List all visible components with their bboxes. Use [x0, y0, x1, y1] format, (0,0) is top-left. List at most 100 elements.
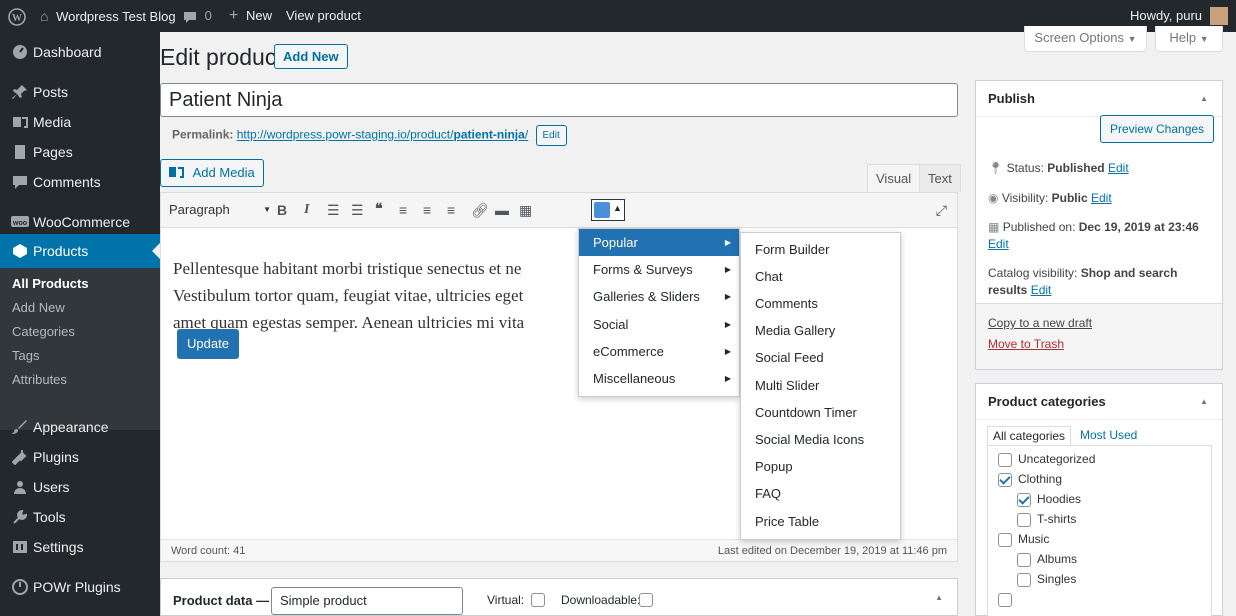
category-item[interactable]	[998, 592, 1018, 607]
category-label: Music	[1018, 532, 1050, 546]
update-button[interactable]: Update	[177, 329, 239, 359]
sidebar-item-comments[interactable]: Comments	[0, 165, 160, 199]
category-checkbox[interactable]	[1017, 512, 1031, 527]
status-edit-link[interactable]: Edit	[1108, 161, 1129, 175]
product-type-select[interactable]: Simple product	[271, 587, 463, 615]
link-icon[interactable]: 🔗︎	[471, 200, 489, 220]
menu-item-faq[interactable]: FAQ	[755, 486, 781, 501]
blockquote-icon[interactable]: ❝	[375, 200, 383, 220]
collapse-icon[interactable]: ▲	[1200, 384, 1208, 420]
category-item[interactable]: T-shirts	[1017, 512, 1076, 527]
sidebar-item-users[interactable]: Users	[0, 470, 160, 504]
categories-header[interactable]: Product categories ▲	[976, 384, 1222, 420]
submenu-add-new[interactable]: Add New	[12, 300, 65, 315]
sidebar-item-pages[interactable]: Pages	[0, 135, 160, 169]
collapse-icon[interactable]: ▲	[1200, 81, 1208, 117]
virtual-checkbox[interactable]	[531, 593, 545, 607]
menu-item-form-builder[interactable]: Form Builder	[755, 242, 829, 257]
collapse-icon[interactable]: ▲	[935, 593, 943, 602]
bold-icon[interactable]: B	[277, 200, 287, 220]
view-product-link[interactable]: View product	[286, 0, 361, 32]
sidebar-label: Posts	[33, 84, 69, 100]
copy-draft-link[interactable]: Copy to a new draft	[988, 316, 1092, 330]
new-content-link[interactable]: + New	[229, 0, 272, 32]
submenu-categories[interactable]: Categories	[12, 324, 75, 339]
sidebar-item-settings[interactable]: Settings	[0, 530, 160, 564]
catalog-edit-link[interactable]: Edit	[1031, 283, 1052, 297]
menu-item-multi-slider[interactable]: Multi Slider	[755, 378, 819, 393]
move-to-trash-link[interactable]: Move to Trash	[988, 337, 1064, 351]
published-edit-link[interactable]: Edit	[988, 237, 1009, 251]
menu-item-price-table[interactable]: Price Table	[755, 514, 819, 529]
permalink-url[interactable]: http://wordpress.powr-staging.io/product…	[237, 128, 528, 142]
powr-plugin-button[interactable]: ▲	[591, 199, 625, 221]
category-item[interactable]: Uncategorized	[998, 452, 1095, 467]
align-center-icon[interactable]: ≡	[423, 200, 431, 220]
category-item[interactable]: Singles	[1017, 572, 1076, 587]
submenu-attributes[interactable]: Attributes	[12, 372, 67, 387]
read-more-icon[interactable]: ▬	[495, 200, 509, 220]
menu-item-social-media-icons[interactable]: Social Media Icons	[755, 432, 864, 447]
downloadable-checkbox[interactable]	[639, 593, 653, 607]
site-home-link[interactable]: ⌂ Wordpress Test Blog	[40, 0, 176, 32]
wordpress-logo-icon[interactable]: W	[8, 0, 26, 32]
menu-item-galleries-sliders[interactable]: Galleries & Sliders ▶	[579, 283, 739, 310]
add-new-button[interactable]: Add New	[274, 44, 348, 69]
category-checkbox[interactable]	[998, 452, 1012, 467]
category-checkbox[interactable]	[998, 592, 1012, 607]
menu-item-miscellaneous[interactable]: Miscellaneous ▶	[579, 365, 739, 392]
tab-visual[interactable]: Visual	[867, 164, 921, 192]
menu-item-popular[interactable]: Popular ▶	[579, 229, 739, 256]
sidebar-item-tools[interactable]: Tools	[0, 500, 160, 534]
tab-text[interactable]: Text	[919, 164, 961, 192]
permalink-edit-button[interactable]: Edit	[535, 125, 567, 146]
category-item[interactable]: Albums	[1017, 552, 1077, 567]
menu-item-comments[interactable]: Comments	[755, 296, 818, 311]
category-item[interactable]: Music	[998, 532, 1049, 547]
comments-link[interactable]: 0	[183, 0, 212, 32]
sidebar-item-media[interactable]: Media	[0, 105, 160, 139]
menu-item-forms-surveys[interactable]: Forms & Surveys ▶	[579, 256, 739, 283]
category-item[interactable]: Hoodies	[1017, 492, 1081, 507]
tab-most-used[interactable]: Most Used	[1080, 428, 1137, 442]
category-item[interactable]: Clothing	[998, 472, 1062, 487]
menu-item-popup[interactable]: Popup	[755, 459, 793, 474]
publish-header[interactable]: Publish ▲	[976, 81, 1222, 117]
sidebar-item-dashboard[interactable]: Dashboard	[0, 35, 160, 69]
visibility-edit-link[interactable]: Edit	[1091, 191, 1112, 205]
preview-changes-button[interactable]: Preview Changes	[1100, 115, 1215, 143]
menu-item-ecommerce[interactable]: eCommerce ▶	[579, 338, 739, 365]
category-checkbox[interactable]	[998, 532, 1012, 547]
bullet-list-icon[interactable]: ☰	[327, 200, 340, 220]
product-data-label: Product data —	[173, 593, 270, 608]
fullscreen-icon[interactable]: ⤢	[936, 200, 947, 220]
menu-item-countdown-timer[interactable]: Countdown Timer	[755, 405, 857, 420]
menu-item-chat[interactable]: Chat	[755, 269, 782, 284]
align-left-icon[interactable]: ≡	[399, 200, 407, 220]
menu-item-social-feed[interactable]: Social Feed	[755, 350, 824, 365]
sidebar-item-posts[interactable]: Posts	[0, 75, 160, 109]
category-checkbox[interactable]	[1017, 552, 1031, 567]
menu-item-media-gallery[interactable]: Media Gallery	[755, 323, 835, 338]
category-checkbox[interactable]	[1017, 492, 1031, 507]
italic-icon[interactable]: I	[304, 200, 309, 220]
submenu-all-products[interactable]: All Products	[12, 276, 89, 291]
submenu-tags[interactable]: Tags	[12, 348, 39, 363]
sidebar-item-plugins[interactable]: Plugins	[0, 440, 160, 474]
help-button[interactable]: Help ▼	[1155, 26, 1223, 52]
category-checkbox[interactable]	[998, 472, 1012, 487]
menu-item-social[interactable]: Social ▶	[579, 311, 739, 338]
format-select[interactable]: Paragraph ▼	[169, 200, 271, 220]
category-checkbox[interactable]	[1017, 572, 1031, 587]
sidebar-item-products[interactable]: Products	[0, 234, 160, 268]
product-title-input[interactable]: Patient Ninja	[160, 83, 958, 117]
screen-options-button[interactable]: Screen Options ▼	[1024, 26, 1147, 52]
add-media-button[interactable]: Add Media	[160, 159, 264, 187]
tab-all-categories[interactable]: All categories	[987, 426, 1072, 445]
toolbar-toggle-icon[interactable]: ▦	[519, 200, 532, 220]
align-right-icon[interactable]: ≡	[447, 200, 455, 220]
avatar[interactable]	[1210, 7, 1228, 25]
numbered-list-icon[interactable]: ☰	[351, 200, 364, 220]
sidebar-item-appearance[interactable]: Appearance	[0, 410, 160, 444]
sidebar-item-powr-plugins[interactable]: POWr Plugins	[0, 570, 160, 604]
